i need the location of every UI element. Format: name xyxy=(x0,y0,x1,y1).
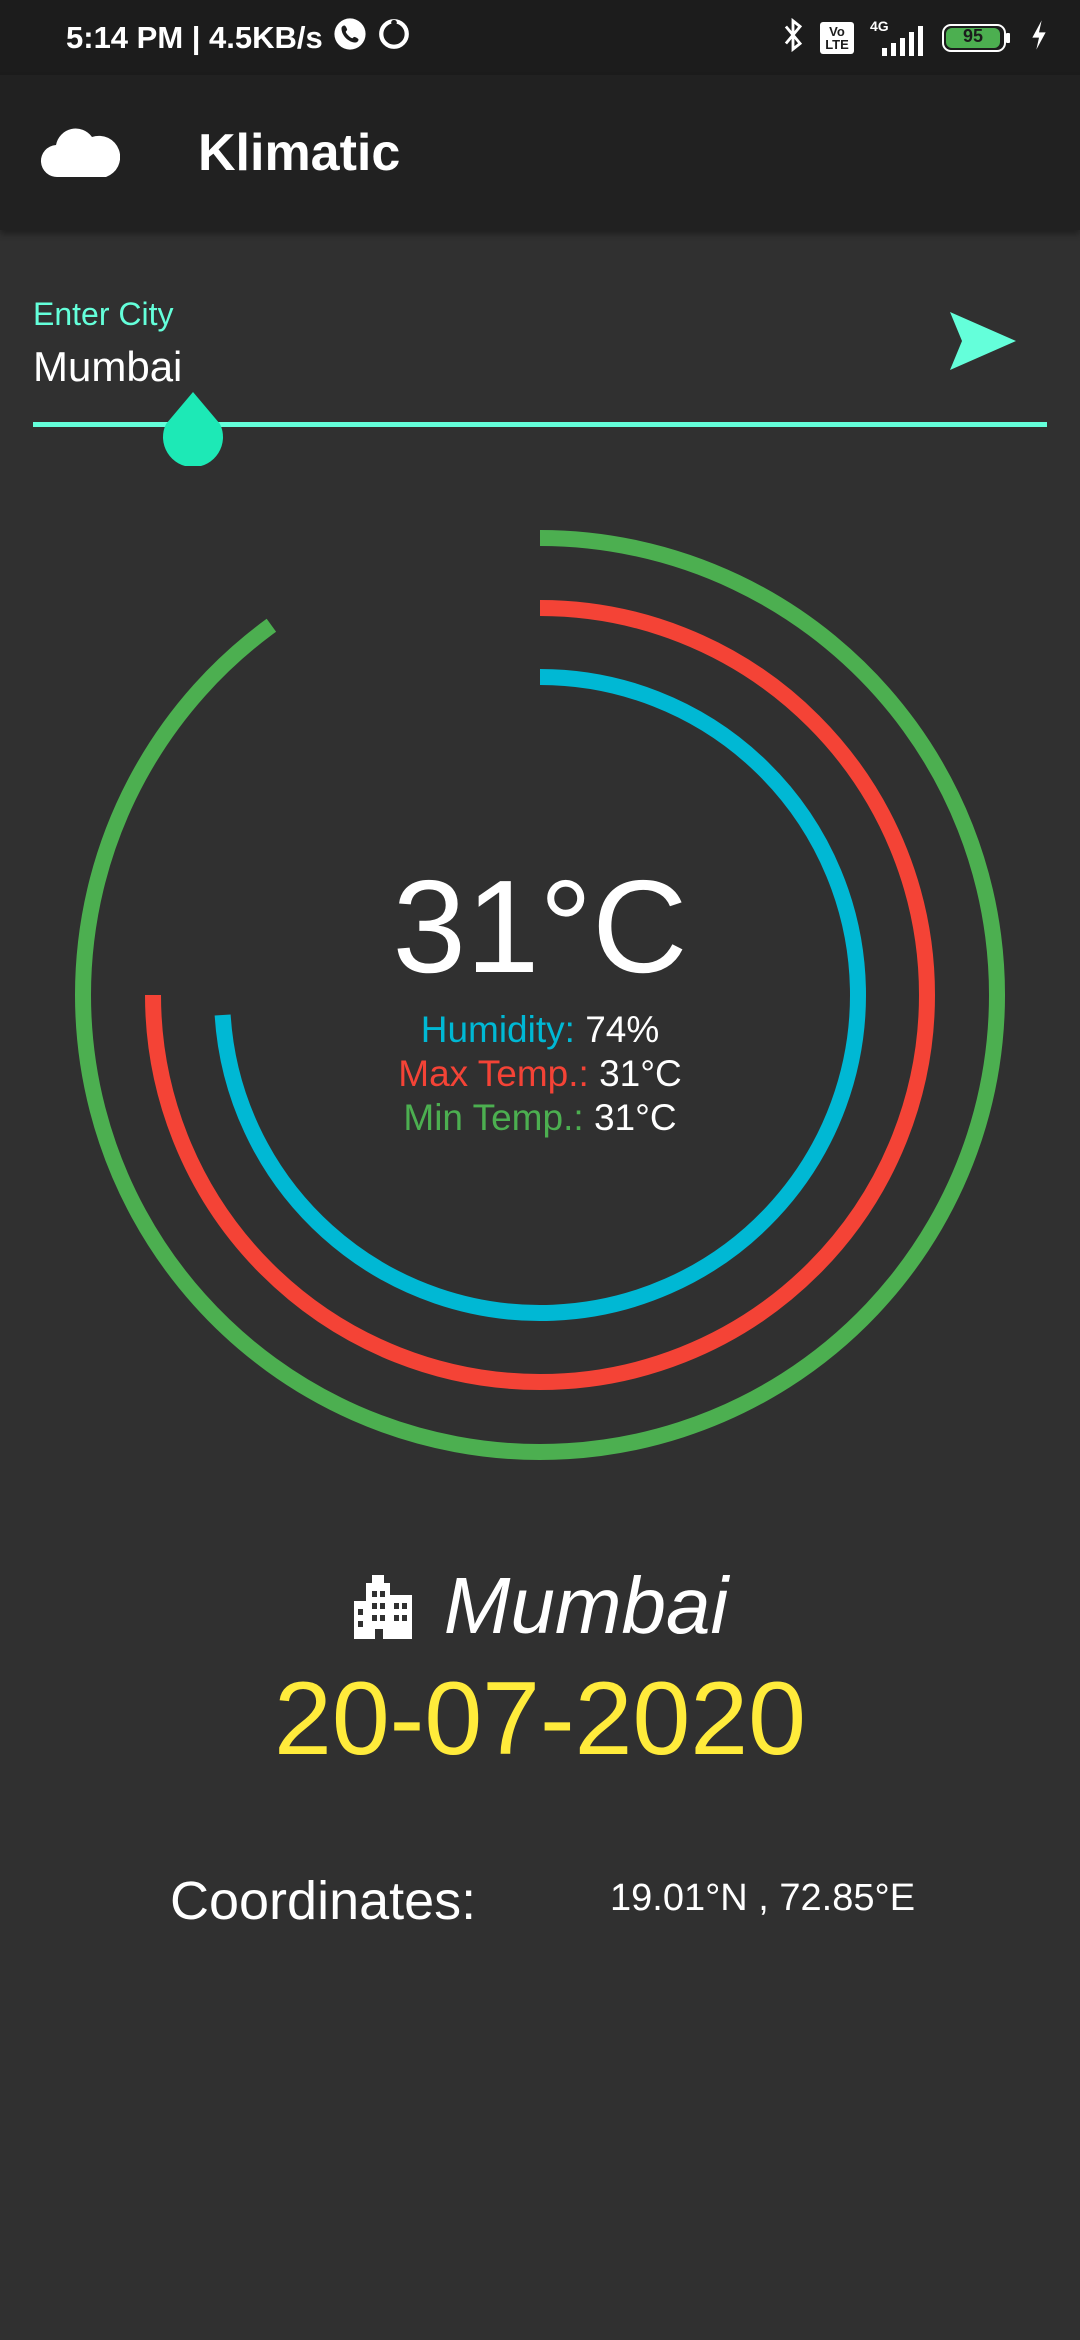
min-temp-value: 31°C xyxy=(593,1097,677,1138)
min-temp-row: Min Temp.: 31°C xyxy=(0,1096,1080,1140)
battery-icon: 95 xyxy=(942,23,1012,53)
send-icon[interactable] xyxy=(948,310,1018,372)
humidity-row: Humidity: 74% xyxy=(0,1008,1080,1052)
sync-icon xyxy=(377,17,411,59)
humidity-value: 74% xyxy=(585,1009,660,1050)
city-row: Mumbai xyxy=(0,1560,1080,1652)
text-cursor-handle-icon[interactable] xyxy=(160,390,226,466)
status-left: 5:14 PM | 4.5KB/s xyxy=(66,0,411,75)
coordinates-value: 19.01°N , 72.85°E xyxy=(610,1877,916,1919)
city-name: Mumbai xyxy=(443,1561,729,1650)
app-title: Klimatic xyxy=(198,123,401,182)
cloud-icon[interactable] xyxy=(40,119,120,185)
city-field-label: Enter City xyxy=(33,296,174,332)
date: 20-07-2020 xyxy=(274,1661,806,1777)
max-temp-row: Max Temp.: 31°C xyxy=(0,1052,1080,1096)
building-icon xyxy=(353,1575,412,1639)
weather-stats: Humidity: 74% Max Temp.: 31°C Min Temp.:… xyxy=(0,1008,1080,1140)
min-temp-label: Min Temp.: xyxy=(403,1097,584,1138)
status-time-speed: 5:14 PM | 4.5KB/s xyxy=(66,19,323,55)
temperature-value: 31°C xyxy=(392,853,688,1000)
signal-icon: 4G xyxy=(870,18,926,58)
status-bar: 5:14 PM | 4.5KB/s Vo LTE 4G 95 xyxy=(0,0,1080,75)
max-temp-label: Max Temp.: xyxy=(398,1053,589,1094)
battery-level: 95 xyxy=(962,25,984,46)
humidity-label: Humidity: xyxy=(420,1009,575,1050)
bluetooth-icon xyxy=(782,17,804,57)
coordinates-label: Coordinates: xyxy=(170,1871,477,1931)
volte-icon: Vo LTE xyxy=(820,21,854,54)
phone-icon xyxy=(333,17,367,59)
max-temp-value: 31°C xyxy=(599,1053,682,1094)
app-bar: Klimatic xyxy=(0,75,1080,230)
charging-icon xyxy=(1028,19,1050,56)
status-right: Vo LTE 4G 95 xyxy=(782,0,1050,75)
